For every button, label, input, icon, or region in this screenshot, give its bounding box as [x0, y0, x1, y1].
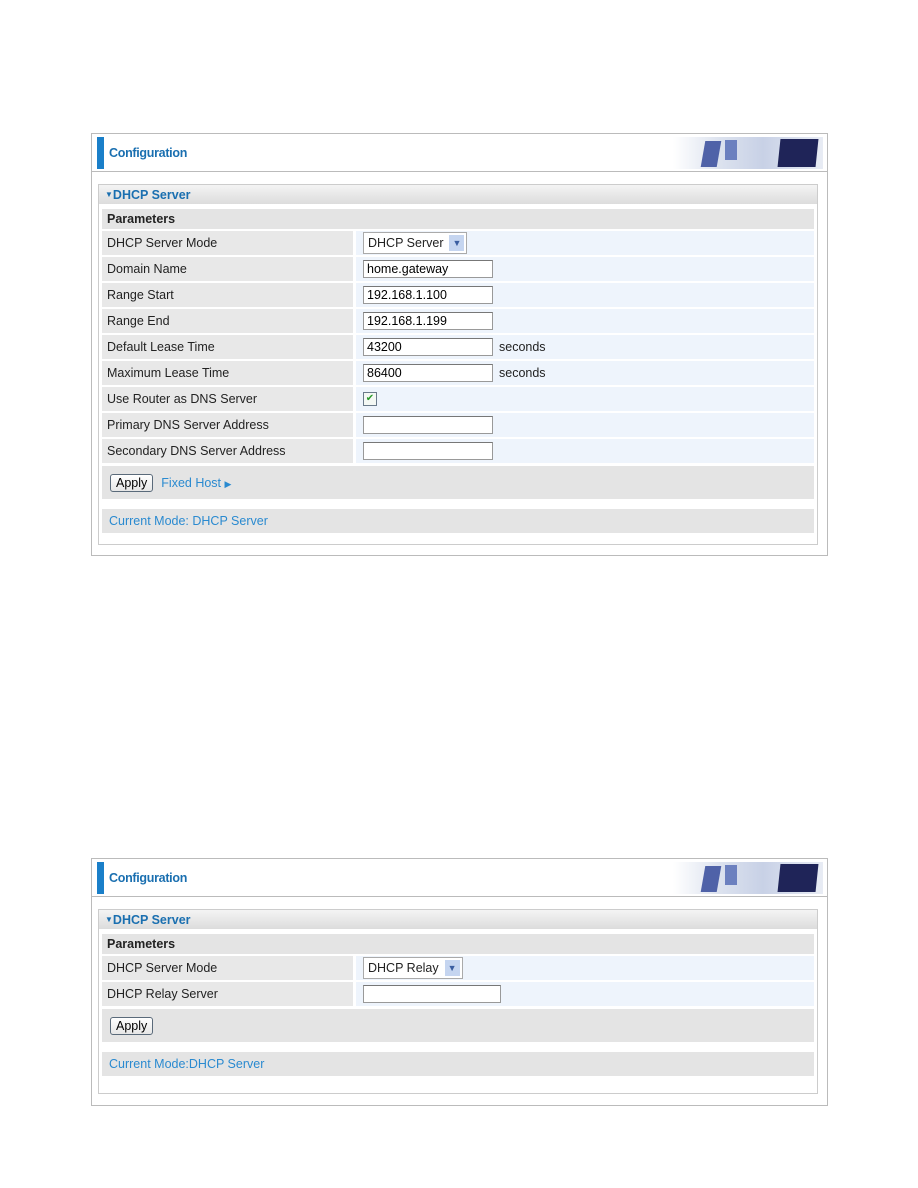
banner-image [673, 862, 823, 894]
row-dhcp-server-mode: DHCP Server Mode DHCP Relay ▼ [102, 956, 814, 980]
row-secondary-dns: Secondary DNS Server Address [102, 439, 814, 463]
default-lease-time-input[interactable] [363, 338, 493, 356]
row-maximum-lease-time: Maximum Lease Timeseconds [102, 361, 814, 385]
page-title: Configuration [109, 146, 188, 160]
accent-bar [97, 862, 104, 894]
dhcp-relay-server-input[interactable] [363, 985, 501, 1003]
current-mode-status: Current Mode: DHCP Server [102, 509, 814, 533]
primary-dns-input[interactable] [363, 416, 493, 434]
apply-button[interactable]: Apply [110, 473, 154, 492]
range-start-input[interactable] [363, 286, 493, 304]
parameters-heading: Parameters [102, 934, 814, 954]
triangle-down-icon: ▼ [105, 190, 113, 199]
row-primary-dns: Primary DNS Server Address [102, 413, 814, 437]
parameters-heading: Parameters [102, 209, 814, 229]
section-header[interactable]: ▼DHCP Server [99, 910, 817, 929]
dhcp-server-section: ▼DHCP Server Parameters DHCP Server Mode… [98, 184, 818, 545]
dhcp-server-mode-select[interactable]: DHCP Relay ▼ [363, 957, 463, 979]
row-dhcp-relay-server: DHCP Relay Server [102, 982, 814, 1006]
row-dhcp-server-mode: DHCP Server Mode DHCP Server ▼ [102, 231, 814, 255]
apply-button[interactable]: Apply [110, 1016, 154, 1035]
row-use-router-dns: Use Router as DNS Server ✔ [102, 387, 814, 411]
triangle-right-icon: ▶ [224, 478, 232, 489]
current-mode-status: Current Mode:DHCP Server [102, 1052, 814, 1076]
page-title: Configuration [109, 871, 188, 885]
section-header[interactable]: ▼DHCP Server [99, 185, 817, 204]
configuration-panel-relay: Configuration ▼DHCP Server Parameters DH… [91, 858, 828, 1106]
accent-bar [97, 137, 104, 169]
maximum-lease-time-input[interactable] [363, 364, 493, 382]
panel-header: Configuration [92, 134, 827, 172]
dhcp-server-section: ▼DHCP Server Parameters DHCP Server Mode… [98, 909, 818, 1094]
secondary-dns-input[interactable] [363, 442, 493, 460]
row-default-lease-time: Default Lease Timeseconds [102, 335, 814, 359]
action-bar: Apply Fixed Host ▶ [102, 466, 814, 499]
range-end-input[interactable] [363, 312, 493, 330]
configuration-panel-server: Configuration ▼DHCP Server Parameters DH… [91, 133, 828, 556]
chevron-down-icon: ▼ [449, 235, 465, 251]
action-bar: Apply [102, 1009, 814, 1042]
row-range-start: Range Start [102, 283, 814, 307]
fixed-host-link[interactable]: Fixed Host ▶ [161, 476, 231, 490]
domain-name-input[interactable] [363, 260, 493, 278]
banner-image [673, 137, 823, 169]
row-range-end: Range End [102, 309, 814, 333]
triangle-down-icon: ▼ [105, 915, 113, 924]
dhcp-server-mode-select[interactable]: DHCP Server ▼ [363, 232, 468, 254]
panel-header: Configuration [92, 859, 827, 897]
use-router-dns-checkbox[interactable]: ✔ [363, 392, 377, 406]
chevron-down-icon: ▼ [444, 960, 460, 976]
row-domain-name: Domain Name [102, 257, 814, 281]
